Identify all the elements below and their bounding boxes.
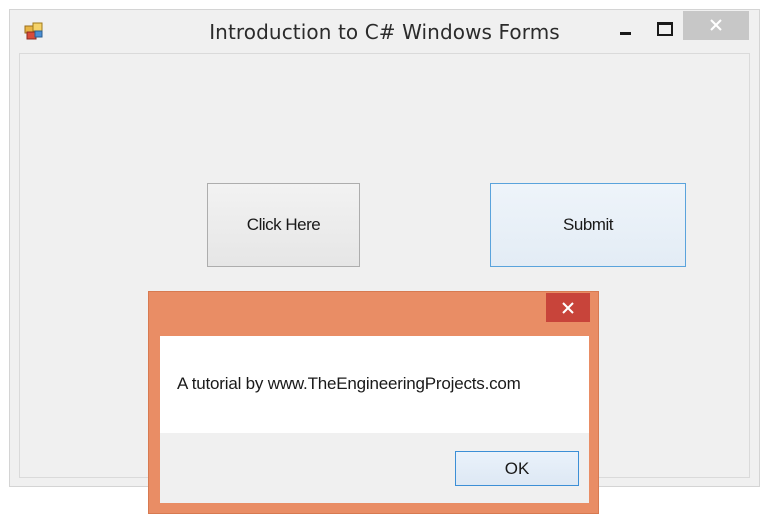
- ok-button[interactable]: OK: [455, 451, 579, 486]
- message-box-body: A tutorial by www.TheEngineeringProjects…: [160, 336, 589, 503]
- close-icon: [562, 302, 574, 314]
- message-text: A tutorial by www.TheEngineeringProjects…: [177, 374, 521, 393]
- message-area: A tutorial by www.TheEngineeringProjects…: [160, 336, 589, 433]
- minimize-button[interactable]: [614, 18, 638, 42]
- window-title: Introduction to C# Windows Forms: [209, 20, 560, 44]
- close-button[interactable]: [683, 11, 749, 40]
- close-icon: [710, 19, 722, 31]
- click-here-button[interactable]: Click Here: [207, 183, 360, 267]
- message-box-close-button[interactable]: [546, 293, 590, 322]
- title-bar[interactable]: Introduction to C# Windows Forms: [10, 10, 759, 53]
- submit-button[interactable]: Submit: [490, 183, 686, 267]
- message-box: A tutorial by www.TheEngineeringProjects…: [148, 291, 599, 514]
- maximize-button[interactable]: [652, 18, 676, 42]
